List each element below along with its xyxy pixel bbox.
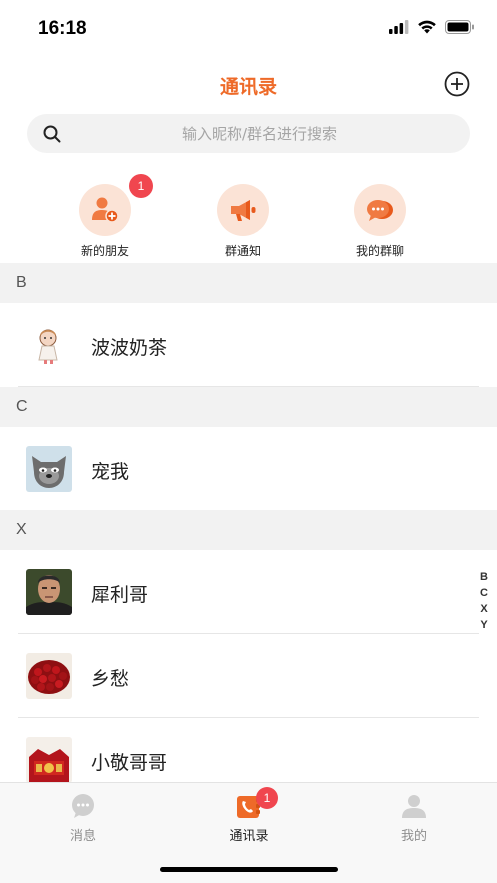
index-letter-b[interactable]: B bbox=[477, 569, 491, 585]
contacts-tab-badge: 1 bbox=[256, 787, 278, 809]
status-time: 16:18 bbox=[38, 18, 87, 39]
avatar bbox=[26, 322, 72, 368]
index-letter-y[interactable]: Y bbox=[477, 617, 491, 633]
contact-row-chongwo[interactable]: 宠我 bbox=[0, 427, 497, 511]
add-user-icon bbox=[92, 197, 119, 223]
chat-bubbles-icon bbox=[367, 200, 393, 221]
battery-icon bbox=[445, 20, 474, 34]
contact-name: 小敬哥哥 bbox=[91, 752, 168, 774]
tab-profile[interactable]: 我的 bbox=[331, 783, 497, 853]
message-icon bbox=[72, 794, 94, 818]
quick-actions: 1 新的朋友 群通知 我的群聊 bbox=[0, 174, 497, 262]
new-friends-badge: 1 bbox=[129, 174, 153, 198]
nav-bar: 通讯录 bbox=[0, 60, 497, 110]
group-notice-label: 群通知 bbox=[224, 244, 261, 258]
new-friends-button[interactable]: 1 新的朋友 bbox=[55, 174, 155, 262]
contact-name: 犀利哥 bbox=[91, 584, 149, 606]
signal-icon bbox=[389, 20, 409, 34]
section-header-x: X bbox=[0, 510, 497, 550]
page-title: 通讯录 bbox=[219, 76, 277, 98]
tab-messages-label: 消息 bbox=[69, 829, 96, 844]
status-icons bbox=[389, 20, 475, 34]
avatar bbox=[26, 653, 72, 699]
my-groups-circle bbox=[354, 184, 406, 236]
contact-row-bobo[interactable]: 波波奶茶 bbox=[0, 303, 497, 387]
new-friends-label: 新的朋友 bbox=[80, 244, 129, 258]
new-friends-circle bbox=[79, 184, 131, 236]
roses-avatar bbox=[26, 653, 72, 699]
contact-name: 波波奶茶 bbox=[91, 337, 168, 359]
cartoon-girl-avatar bbox=[26, 322, 72, 368]
add-icon[interactable] bbox=[444, 71, 470, 97]
man-photo-avatar bbox=[26, 569, 72, 615]
tab-contacts-label: 通讯录 bbox=[229, 829, 269, 844]
alphabet-index[interactable]: B C X Y bbox=[477, 569, 491, 633]
section-header-b: B bbox=[0, 263, 497, 303]
tab-messages[interactable]: 消息 bbox=[0, 783, 166, 853]
red-pattern-avatar bbox=[26, 737, 72, 783]
section-letter: B bbox=[16, 274, 27, 291]
section-letter: C bbox=[16, 398, 28, 415]
tab-profile-label: 我的 bbox=[400, 829, 427, 844]
home-indicator bbox=[160, 867, 338, 872]
index-letter-x[interactable]: X bbox=[477, 601, 491, 617]
contact-row-xiangchou[interactable]: 乡愁 bbox=[0, 634, 497, 718]
contact-name: 乡愁 bbox=[91, 668, 130, 690]
avatar bbox=[26, 446, 72, 492]
megaphone-icon bbox=[231, 200, 256, 221]
section-letter: X bbox=[16, 521, 27, 538]
search-input[interactable]: 输入昵称/群名进行搜索 bbox=[27, 114, 470, 153]
group-notice-button[interactable]: 群通知 bbox=[193, 182, 293, 262]
status-bar: 16:18 bbox=[0, 0, 497, 56]
my-groups-button[interactable]: 我的群聊 bbox=[330, 182, 430, 262]
my-groups-label: 我的群聊 bbox=[355, 244, 404, 258]
contact-name: 宠我 bbox=[91, 461, 130, 483]
contact-row-xilige[interactable]: 犀利哥 bbox=[0, 550, 497, 634]
grey-wolf-avatar bbox=[26, 446, 72, 492]
section-header-c: C bbox=[0, 387, 497, 427]
avatar bbox=[26, 737, 72, 783]
wifi-icon bbox=[418, 20, 436, 34]
tab-contacts[interactable]: 1 通讯录 bbox=[166, 783, 332, 853]
group-notice-circle bbox=[217, 184, 269, 236]
search-placeholder: 输入昵称/群名进行搜索 bbox=[181, 125, 338, 143]
profile-icon bbox=[402, 795, 426, 818]
index-letter-c[interactable]: C bbox=[477, 585, 491, 601]
avatar bbox=[26, 569, 72, 615]
